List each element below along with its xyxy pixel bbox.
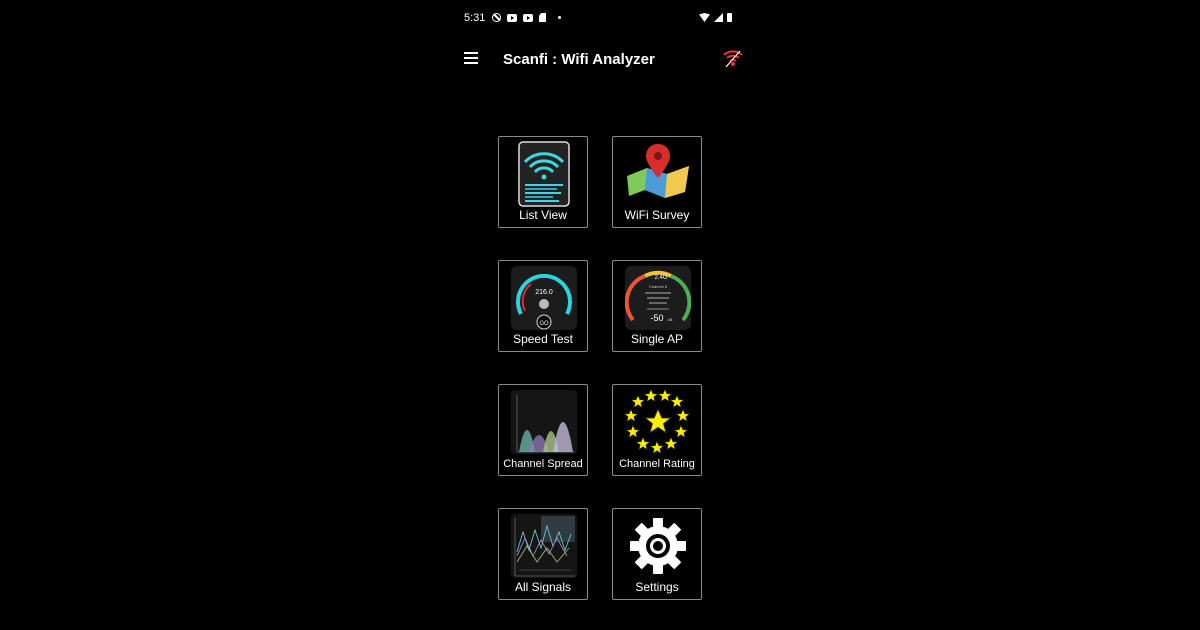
channel-spread-chart-icon	[511, 390, 577, 454]
battery-icon	[727, 13, 732, 22]
channel-label: Channel 6	[649, 284, 668, 289]
signal-value: -50	[650, 313, 663, 323]
settings-tile[interactable]: Settings	[612, 508, 702, 600]
tile-label: Speed Test	[513, 332, 573, 346]
youtube-icon	[523, 13, 533, 22]
status-bar: 5:31	[450, 10, 750, 28]
tile-label: Channel Rating	[619, 458, 695, 470]
band-label: 2.4G	[654, 275, 667, 281]
single-ap-tile[interactable]: 2.4G Channel 6 -50 dB Single AP	[612, 260, 702, 352]
signal-gauge-icon: 2.4G Channel 6 -50 dB	[625, 266, 691, 330]
map-pin-icon	[627, 144, 689, 198]
status-right-icons	[699, 13, 732, 22]
wifi-status-icon	[699, 13, 710, 22]
list-view-tile[interactable]: List View	[498, 136, 588, 228]
status-time: 5:31	[464, 12, 486, 24]
more-notifications-icon	[558, 16, 561, 19]
all-signals-chart-icon	[511, 514, 577, 578]
app-logo-icon[interactable]	[722, 47, 744, 69]
gear-icon	[630, 518, 686, 574]
tile-label: WiFi Survey	[624, 208, 690, 222]
app-title: Scanfi : Wifi Analyzer	[503, 51, 655, 68]
tile-label: Settings	[635, 580, 679, 594]
go-label: GO	[539, 321, 549, 327]
menu-icon[interactable]	[464, 52, 478, 64]
list-view-icon	[518, 141, 570, 207]
tile-label: Single AP	[630, 332, 684, 346]
speedometer-icon: 216.0 GO	[511, 266, 577, 330]
tile-label: Channel Spread	[503, 458, 583, 470]
channel-rating-tile[interactable]: Channel Rating	[612, 384, 702, 476]
signal-unit: dB	[668, 317, 673, 322]
do-not-disturb-icon	[492, 13, 501, 22]
youtube-icon	[507, 13, 517, 22]
stars-icon	[625, 388, 691, 455]
sd-card-icon	[539, 13, 546, 22]
all-signals-tile[interactable]: All Signals	[498, 508, 588, 600]
tile-label: All Signals	[514, 580, 572, 594]
wifi-survey-tile[interactable]: WiFi Survey	[612, 136, 702, 228]
phone-screen: 5:31 Scanfi : Wifi Analyzer List View Wi…	[450, 0, 750, 630]
speed-value: 216.0	[535, 289, 553, 296]
app-bar: Scanfi : Wifi Analyzer	[450, 40, 750, 80]
cellular-signal-icon	[714, 13, 723, 22]
speed-test-tile[interactable]: 216.0 GO Speed Test	[498, 260, 588, 352]
tile-label: List View	[519, 208, 567, 222]
channel-spread-tile[interactable]: Channel Spread	[498, 384, 588, 476]
status-left-icons	[492, 13, 561, 22]
